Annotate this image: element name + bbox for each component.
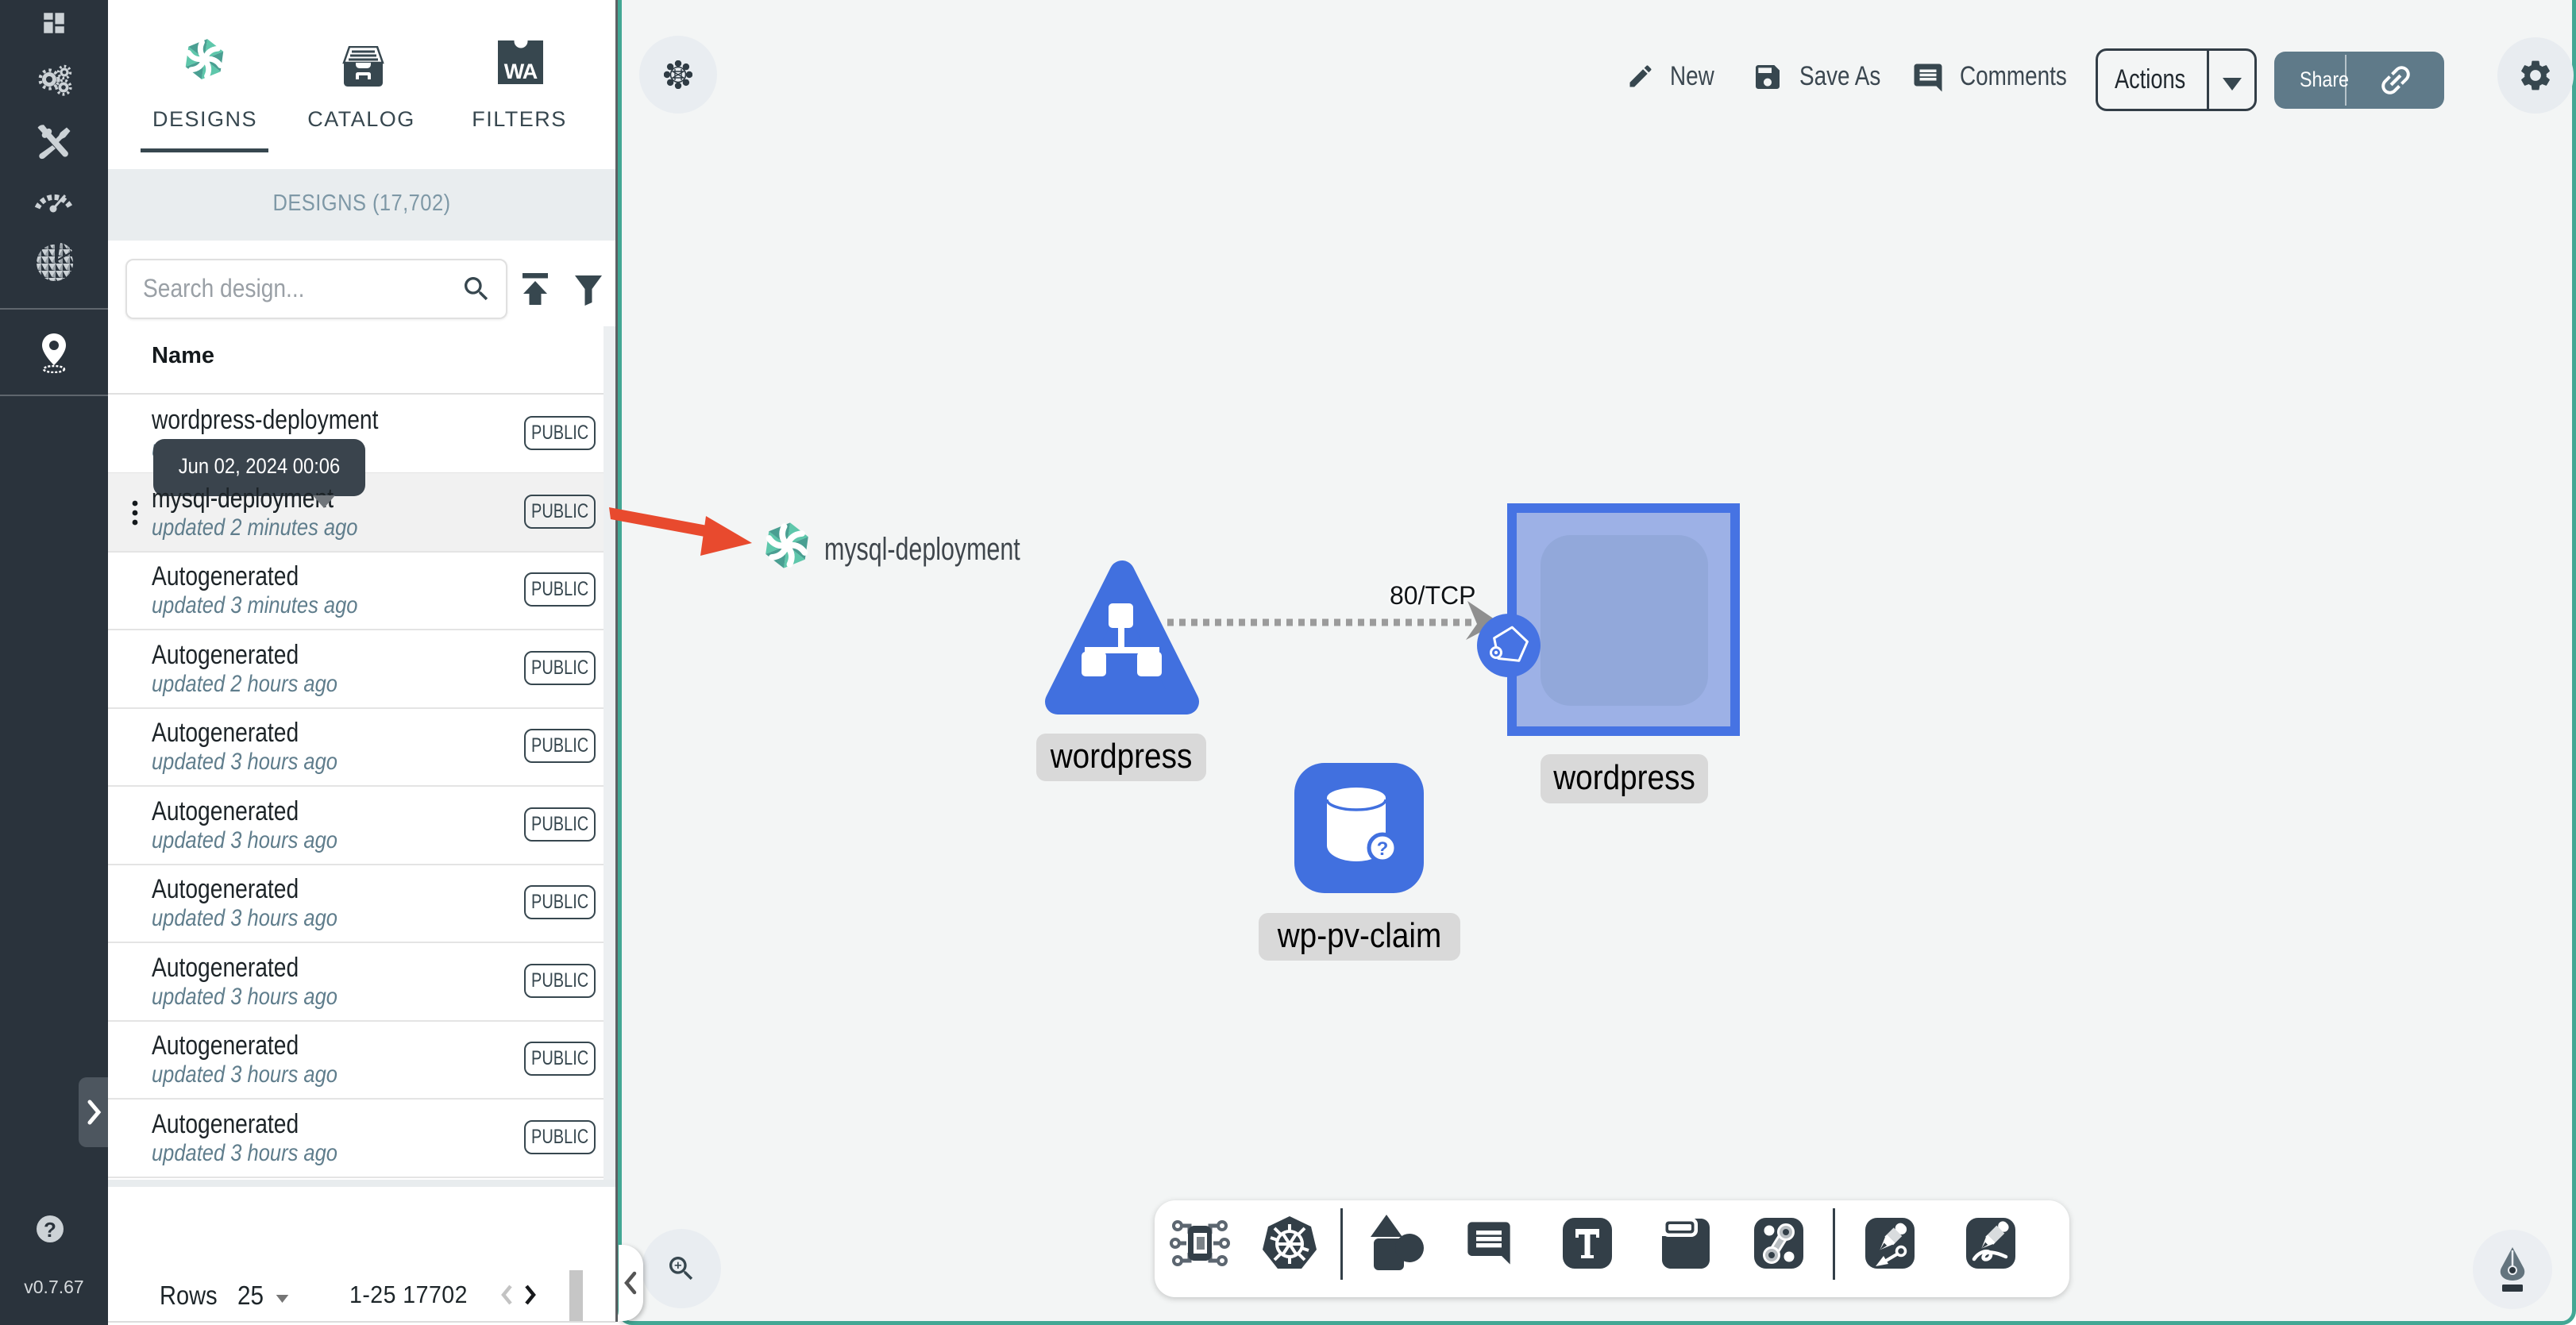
svg-text:WA: WA — [504, 60, 538, 83]
svg-text:?: ? — [1377, 838, 1389, 860]
